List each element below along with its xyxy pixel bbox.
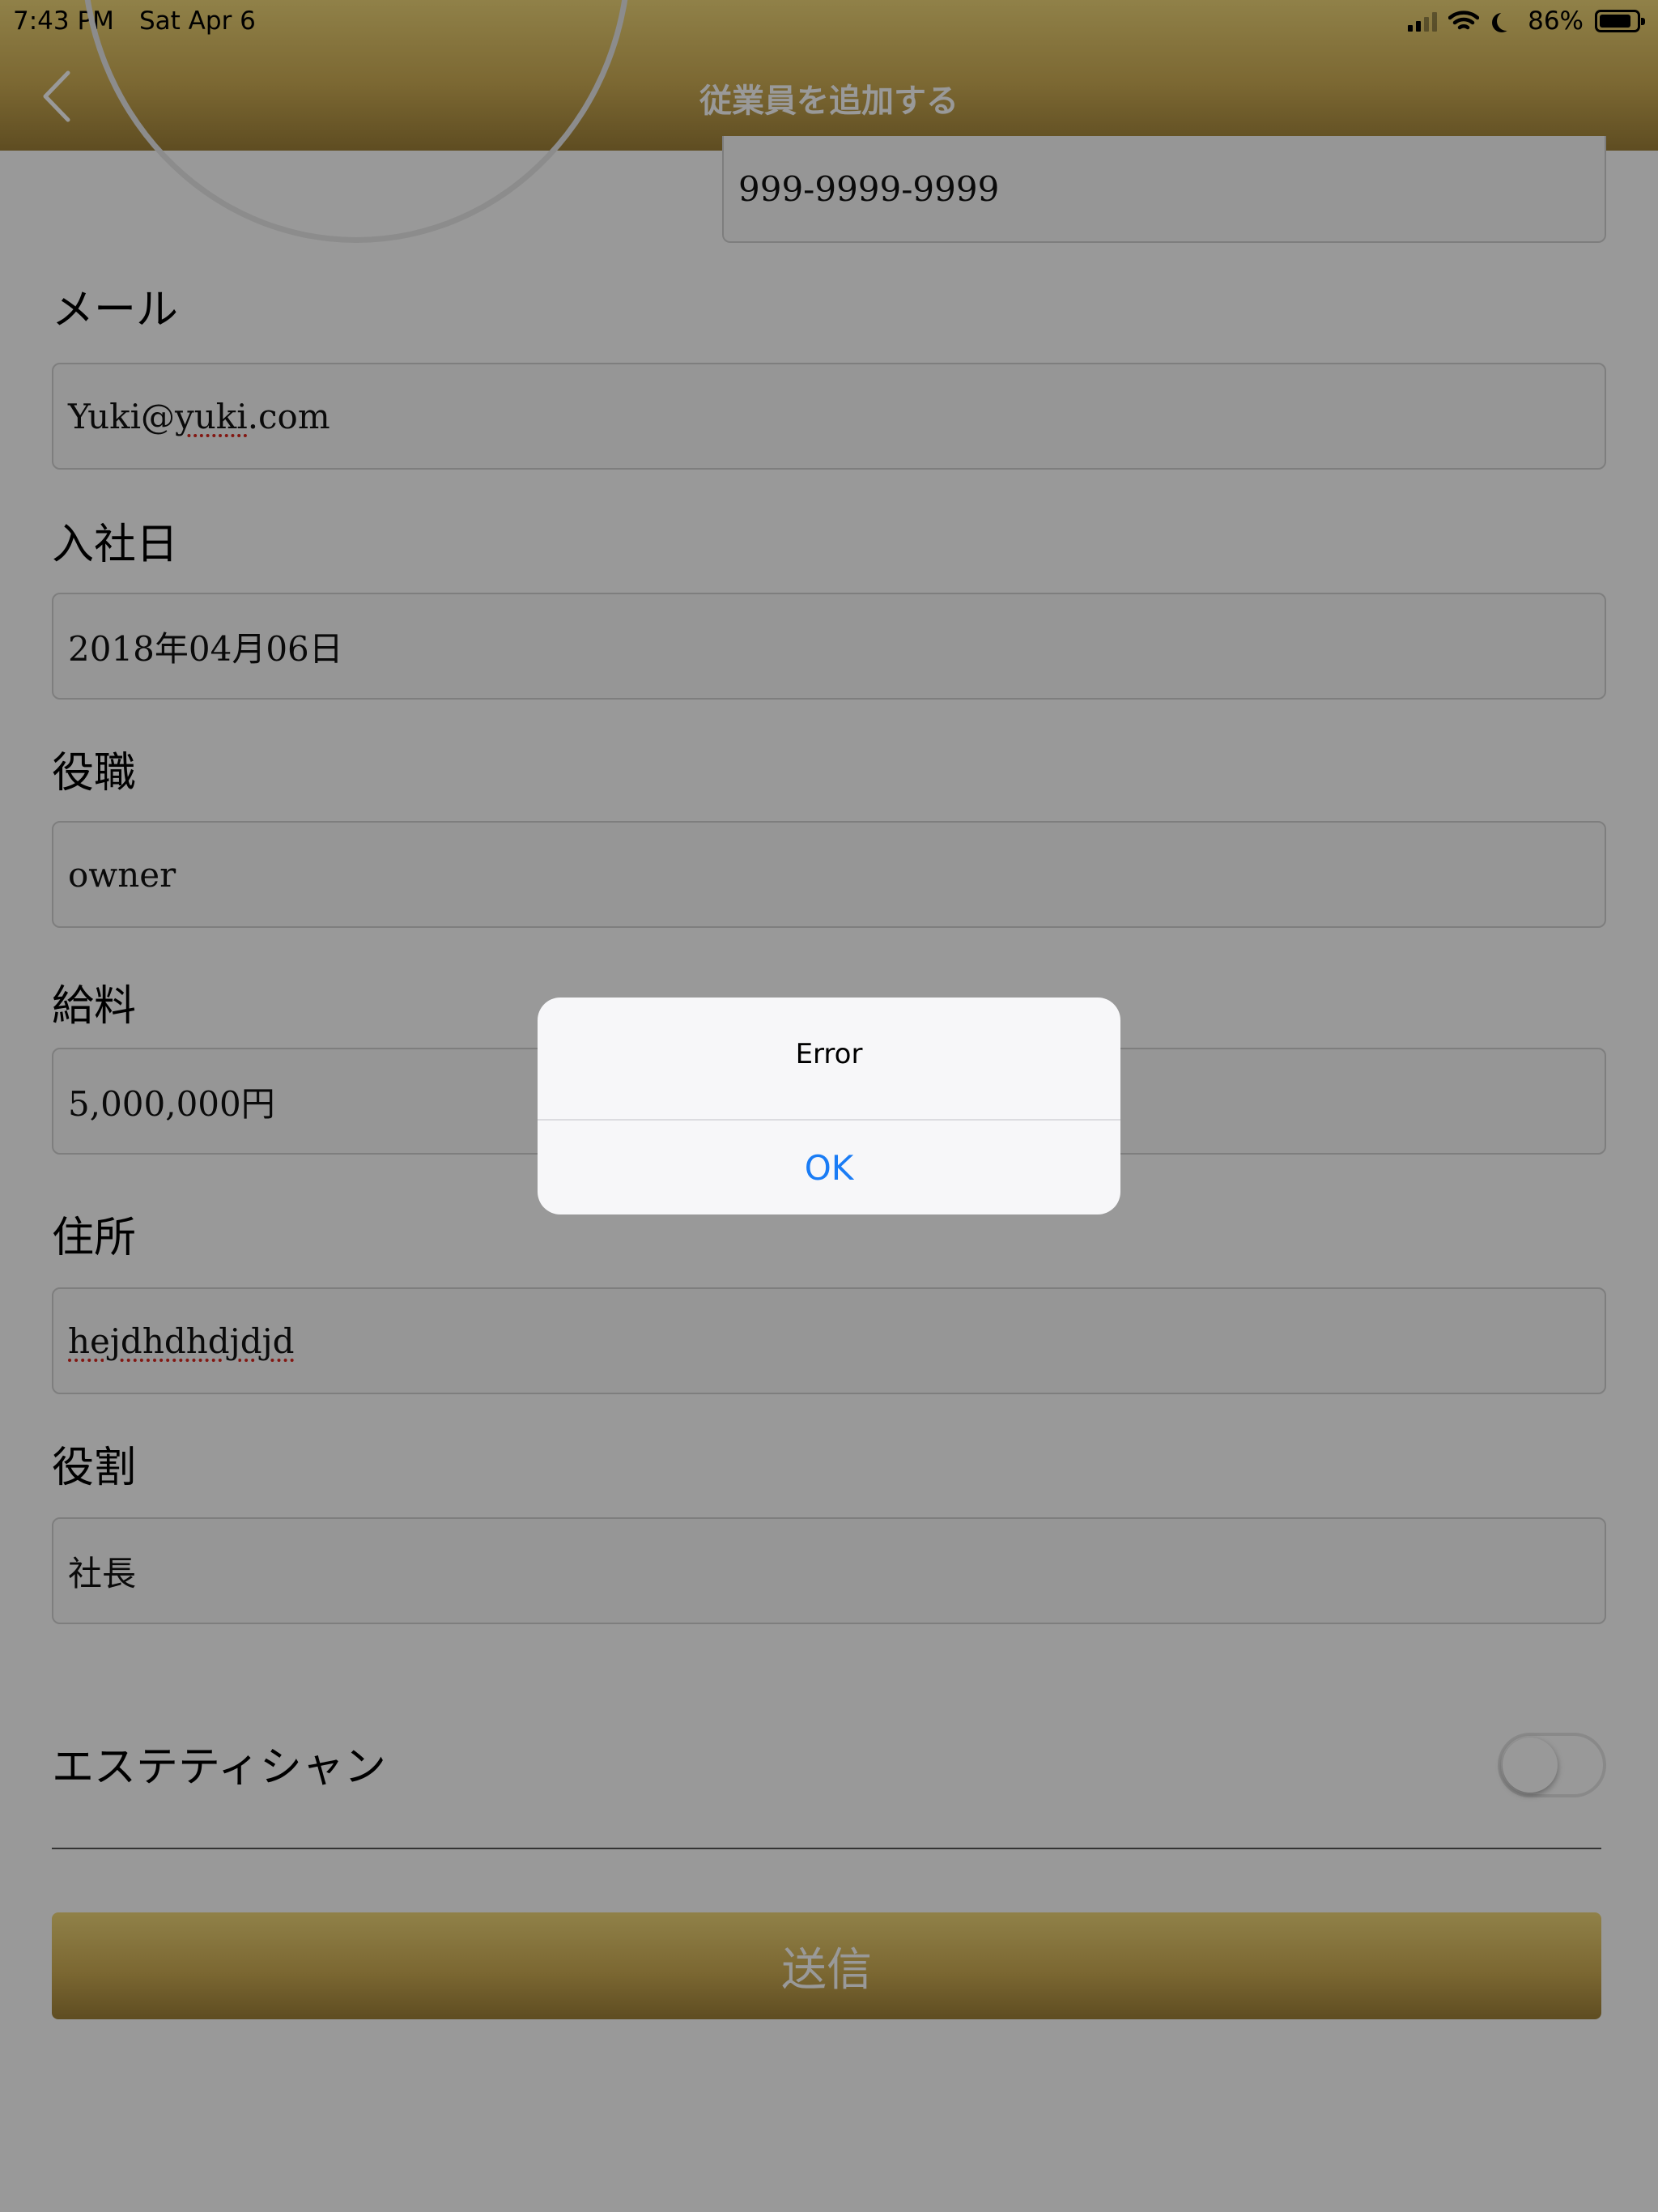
alert-ok-button[interactable]: OK (538, 1121, 1120, 1214)
error-alert: Error OK (538, 998, 1120, 1214)
alert-title: Error (795, 1038, 863, 1070)
